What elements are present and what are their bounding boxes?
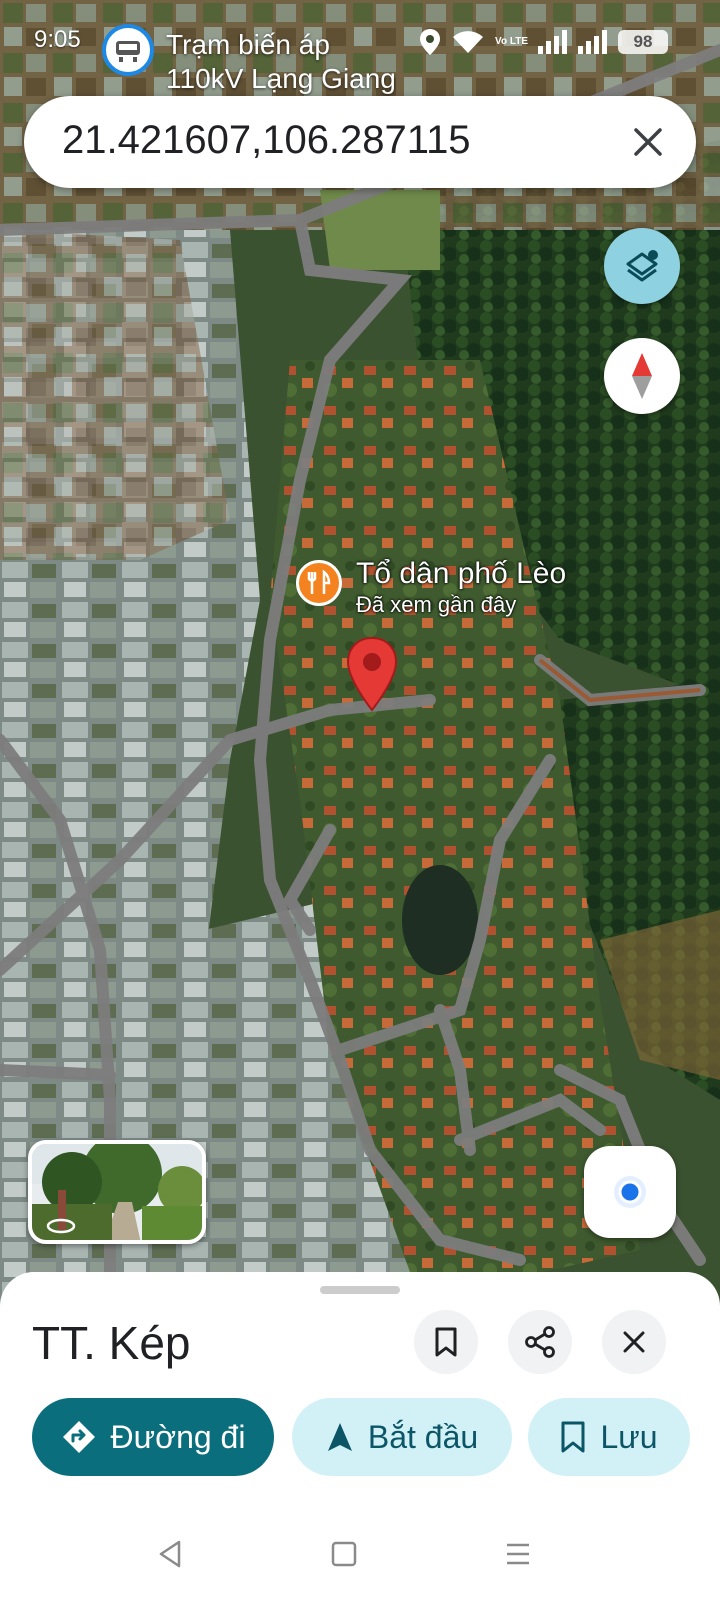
place-subtitle: Đã xem gần đây [356, 592, 517, 617]
drag-handle[interactable] [320, 1286, 400, 1294]
wifi-icon [453, 31, 484, 53]
close-sheet-button[interactable] [602, 1310, 666, 1374]
location-status-icon [420, 29, 441, 55]
rotate-360-icon [46, 1218, 76, 1234]
compass-icon [632, 353, 652, 399]
bookmark-icon [435, 1327, 457, 1357]
restaurant-icon[interactable] [296, 560, 342, 606]
layers-button[interactable] [604, 228, 680, 304]
close-icon [623, 1331, 645, 1353]
search-bar[interactable]: 21.421607,106.287115 [24, 96, 696, 188]
menu-icon [507, 1543, 529, 1565]
status-bar: 9:05 Trạm biến áp 110kV Lạng Giang Vo LT… [0, 0, 720, 94]
save-button[interactable]: Lưu [528, 1398, 690, 1476]
street-view-thumbnail[interactable] [28, 1140, 206, 1244]
my-location-icon [614, 1176, 646, 1208]
directions-button[interactable]: Đường đi [32, 1398, 274, 1476]
start-label: Bắt đầu [367, 1418, 479, 1455]
directions-label: Đường đi [110, 1418, 246, 1455]
layers-icon [626, 250, 658, 282]
home-button[interactable] [324, 1534, 364, 1574]
search-query[interactable]: 21.421607,106.287115 [62, 118, 471, 163]
place-name: Tổ dân phố Lèo [356, 557, 567, 590]
back-icon [159, 1540, 181, 1568]
save-label: Lưu [600, 1418, 658, 1455]
place-bottom-sheet[interactable]: TT. Kép Đường đi Bắt đầu Lưu [0, 1272, 720, 1604]
signal-icon-2 [578, 30, 607, 54]
network-label: Vo LTE [495, 36, 528, 47]
place-label[interactable]: Tổ dân phố Lèo Đã xem gần đây [356, 556, 566, 618]
back-button[interactable] [150, 1534, 190, 1574]
maps-notification-icon [102, 24, 154, 76]
share-button[interactable] [508, 1310, 572, 1374]
close-icon[interactable] [626, 120, 670, 164]
battery-indicator: 98 [618, 30, 668, 54]
place-title: TT. Kép [32, 1317, 191, 1369]
system-nav-bar [0, 1508, 720, 1604]
notification-title-line1: Trạm biến áp [166, 29, 330, 60]
my-location-button[interactable] [584, 1146, 676, 1238]
bookmark-icon [561, 1421, 585, 1453]
notification-title-line2: 110kV Lạng Giang [166, 63, 396, 94]
home-icon [331, 1541, 357, 1567]
menu-button[interactable] [498, 1534, 538, 1574]
status-time: 9:05 [34, 26, 81, 53]
directions-icon [62, 1421, 95, 1453]
navigation-arrow-icon [327, 1423, 352, 1451]
save-icon-button[interactable] [414, 1310, 478, 1374]
signal-icon-1 [538, 30, 567, 54]
compass-button[interactable] [604, 338, 680, 414]
location-pin-icon[interactable] [346, 636, 398, 712]
status-icons: Vo LTE 98 [419, 28, 668, 56]
start-button[interactable]: Bắt đầu [292, 1398, 512, 1476]
notification-title: Trạm biến áp 110kV Lạng Giang [166, 28, 396, 96]
share-icon [525, 1326, 555, 1358]
